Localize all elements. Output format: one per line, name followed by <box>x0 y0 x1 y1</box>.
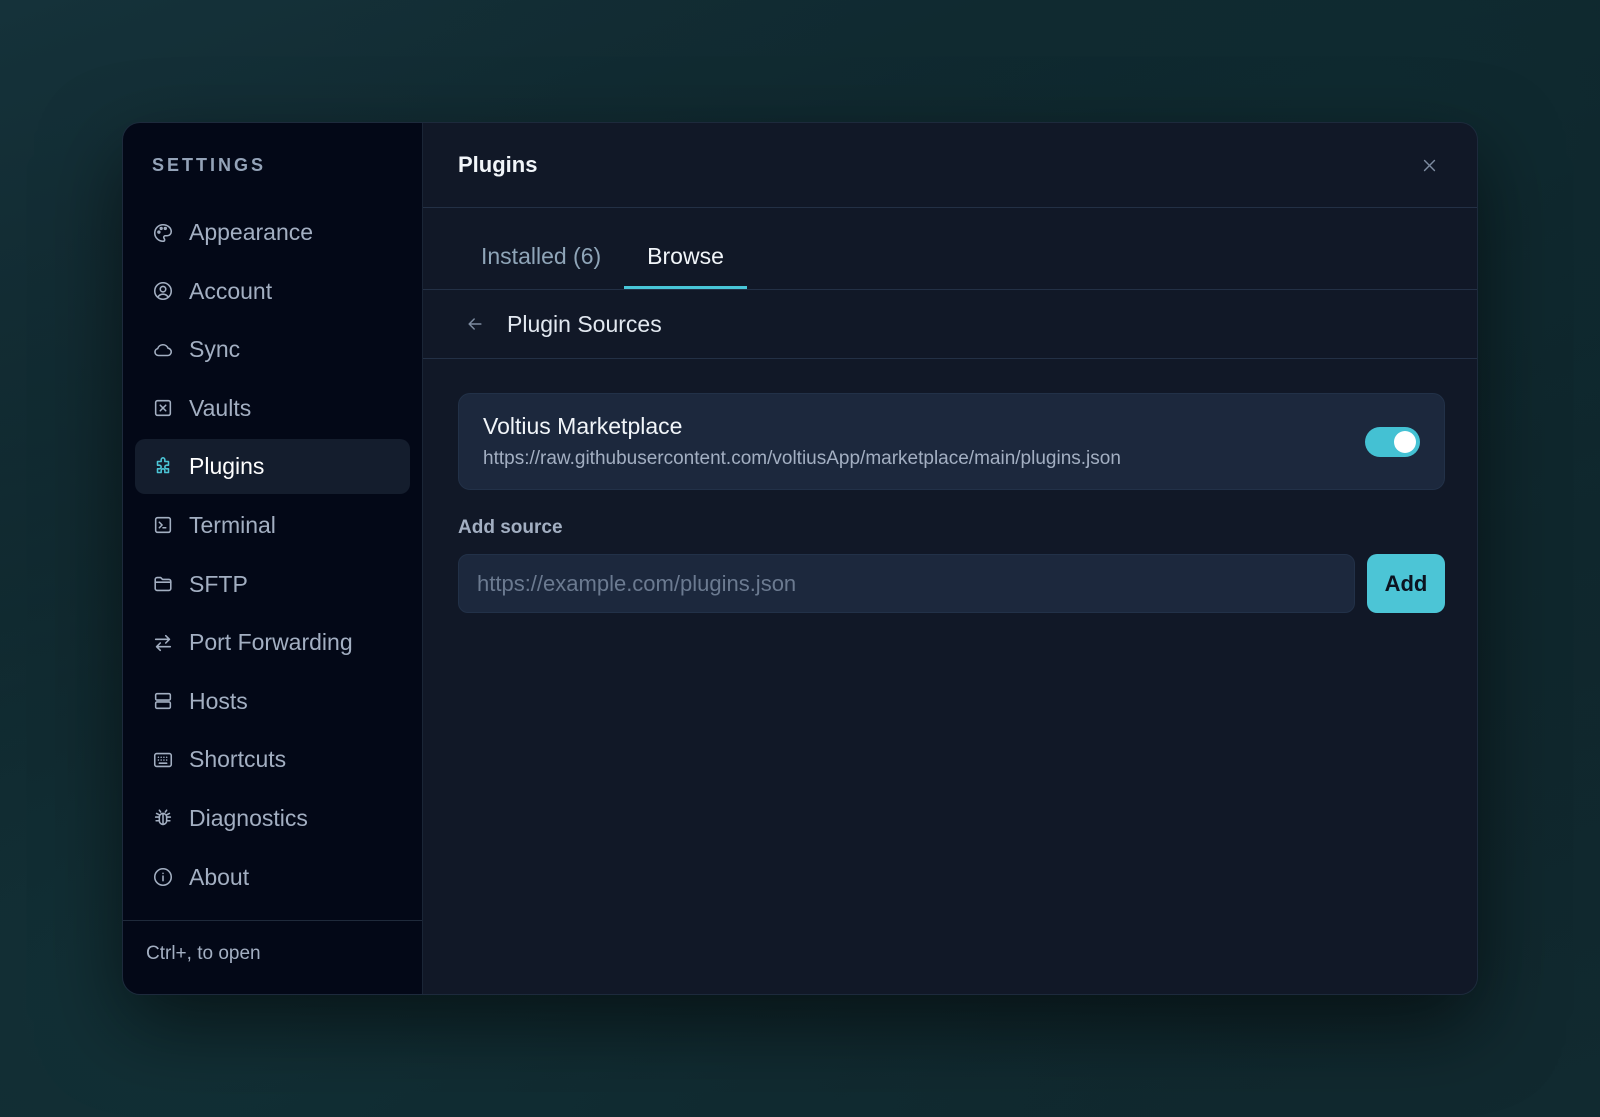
sidebar-item-diagnostics[interactable]: Diagnostics <box>135 791 410 846</box>
source-card: Voltius Marketplace https://raw.githubus… <box>458 393 1445 490</box>
user-circle-icon <box>152 280 174 302</box>
main-panel: Plugins Installed (6) Browse Plugin Sour… <box>423 123 1477 994</box>
tab-bar: Installed (6) Browse <box>423 208 1477 290</box>
sidebar-item-label: Port Forwarding <box>189 629 353 656</box>
toggle-knob <box>1394 430 1416 453</box>
sources-content: Voltius Marketplace https://raw.githubus… <box>423 359 1477 613</box>
server-icon <box>152 690 174 712</box>
back-button[interactable] <box>465 313 487 335</box>
sidebar-item-sftp[interactable]: SFTP <box>135 557 410 612</box>
arrow-left-icon <box>468 318 482 330</box>
bug-icon <box>152 807 174 829</box>
sidebar-item-label: Shortcuts <box>189 746 287 773</box>
settings-modal: SETTINGS Appearance Account Sync Vaults … <box>122 122 1478 995</box>
sidebar-item-vaults[interactable]: Vaults <box>135 381 410 436</box>
sidebar-title: SETTINGS <box>152 155 267 175</box>
vault-icon <box>152 397 174 419</box>
sidebar-item-hosts[interactable]: Hosts <box>135 674 410 729</box>
sidebar: SETTINGS Appearance Account Sync Vaults … <box>123 123 423 994</box>
close-button[interactable] <box>1417 153 1441 177</box>
sidebar-item-shortcuts[interactable]: Shortcuts <box>135 732 410 787</box>
sidebar-item-label: Plugins <box>189 453 265 480</box>
sidebar-item-appearance[interactable]: Appearance <box>135 205 410 260</box>
source-url: https://raw.githubusercontent.com/voltiu… <box>483 448 1121 469</box>
sidebar-item-plugins[interactable]: Plugins <box>135 439 410 495</box>
panel-header: Plugins <box>423 123 1477 208</box>
tab-installed[interactable]: Installed (6) <box>458 207 624 289</box>
add-source-row: Add <box>458 554 1445 613</box>
terminal-icon <box>152 514 174 536</box>
sidebar-item-label: Sync <box>189 336 241 363</box>
sidebar-item-label: Appearance <box>189 219 314 245</box>
info-icon <box>152 866 174 888</box>
sidebar-item-label: Account <box>189 277 273 304</box>
sidebar-item-label: SFTP <box>189 570 248 597</box>
source-enabled-toggle[interactable] <box>1365 426 1420 457</box>
folder-icon <box>152 573 174 595</box>
sidebar-item-label: Diagnostics <box>189 804 308 831</box>
sidebar-item-label: About <box>189 863 250 890</box>
palette-icon <box>152 222 174 244</box>
source-name: Voltius Marketplace <box>483 413 683 439</box>
sidebar-item-about[interactable]: About <box>135 850 410 905</box>
add-source-label: Add source <box>458 517 563 538</box>
sidebar-item-port-forwarding[interactable]: Port Forwarding <box>135 615 410 670</box>
sidebar-item-label: Terminal <box>189 511 276 538</box>
arrows-swap-icon <box>152 632 174 654</box>
close-icon <box>1423 159 1435 171</box>
sidebar-nav: Appearance Account Sync Vaults Plugins T… <box>123 205 422 908</box>
keyboard-icon <box>152 749 174 771</box>
add-source-button[interactable]: Add <box>1367 554 1445 613</box>
add-source-input[interactable] <box>458 554 1355 613</box>
sidebar-footer-hint: Ctrl+, to open <box>123 920 422 994</box>
puzzle-icon <box>152 456 174 478</box>
source-info: Voltius Marketplace https://raw.githubus… <box>483 413 1121 470</box>
sidebar-item-sync[interactable]: Sync <box>135 322 410 377</box>
page-title: Plugins <box>458 152 538 177</box>
tab-browse[interactable]: Browse <box>624 207 747 289</box>
section-title: Plugin Sources <box>507 310 662 337</box>
sidebar-item-account[interactable]: Account <box>135 264 410 319</box>
cloud-icon <box>152 339 174 361</box>
plugin-sources-header: Plugin Sources <box>423 290 1477 359</box>
sidebar-item-label: Vaults <box>189 394 252 421</box>
sidebar-item-terminal[interactable]: Terminal <box>135 498 410 553</box>
sidebar-item-label: Hosts <box>189 687 248 714</box>
